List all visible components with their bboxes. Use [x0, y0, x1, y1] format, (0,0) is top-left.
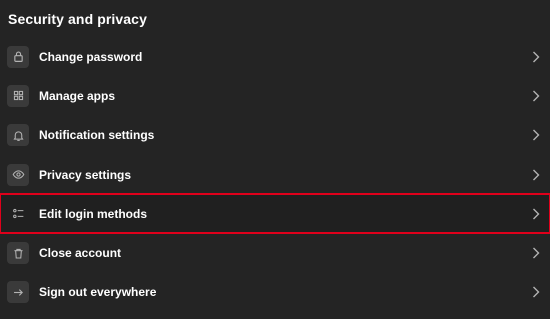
chevron-right-icon	[532, 51, 540, 63]
menu-item-notification-settings[interactable]: Notification settings	[0, 116, 550, 155]
chevron-right-icon	[532, 90, 540, 102]
bell-icon	[7, 124, 29, 147]
menu-item-label: Edit login methods	[39, 206, 147, 221]
list-icon	[7, 203, 29, 225]
eye-icon	[7, 163, 29, 186]
menu-item-change-password[interactable]: Change password	[0, 37, 550, 76]
menu-item-label: Sign out everywhere	[39, 285, 157, 300]
menu-item-edit-login-methods[interactable]: Edit login methods	[0, 193, 550, 235]
menu-item-label: Notification settings	[39, 128, 155, 143]
chevron-right-icon	[532, 286, 540, 298]
menu-item-label: Close account	[39, 246, 122, 261]
lock-icon	[7, 45, 29, 68]
menu-item-label: Manage apps	[39, 88, 116, 103]
chevron-right-icon	[532, 247, 540, 259]
chevron-right-icon	[532, 208, 540, 220]
menu-item-label: Change password	[39, 49, 143, 64]
apps-grid-icon	[7, 84, 29, 107]
menu-item-label: Privacy settings	[39, 167, 132, 182]
trash-icon	[7, 242, 29, 265]
arrow-right-icon	[7, 281, 29, 304]
menu-item-close-account[interactable]: Close account	[0, 233, 550, 272]
menu-item-manage-apps[interactable]: Manage apps	[0, 76, 550, 115]
menu-item-sign-out-everywhere[interactable]: Sign out everywhere	[0, 273, 550, 312]
menu-list: Change password Manage apps Notification…	[0, 37, 550, 312]
chevron-right-icon	[532, 129, 540, 141]
security-privacy-panel: Security and privacy Change password Man…	[0, 0, 550, 319]
chevron-right-icon	[532, 169, 540, 181]
menu-item-privacy-settings[interactable]: Privacy settings	[0, 155, 550, 194]
section-title: Security and privacy	[8, 11, 147, 27]
